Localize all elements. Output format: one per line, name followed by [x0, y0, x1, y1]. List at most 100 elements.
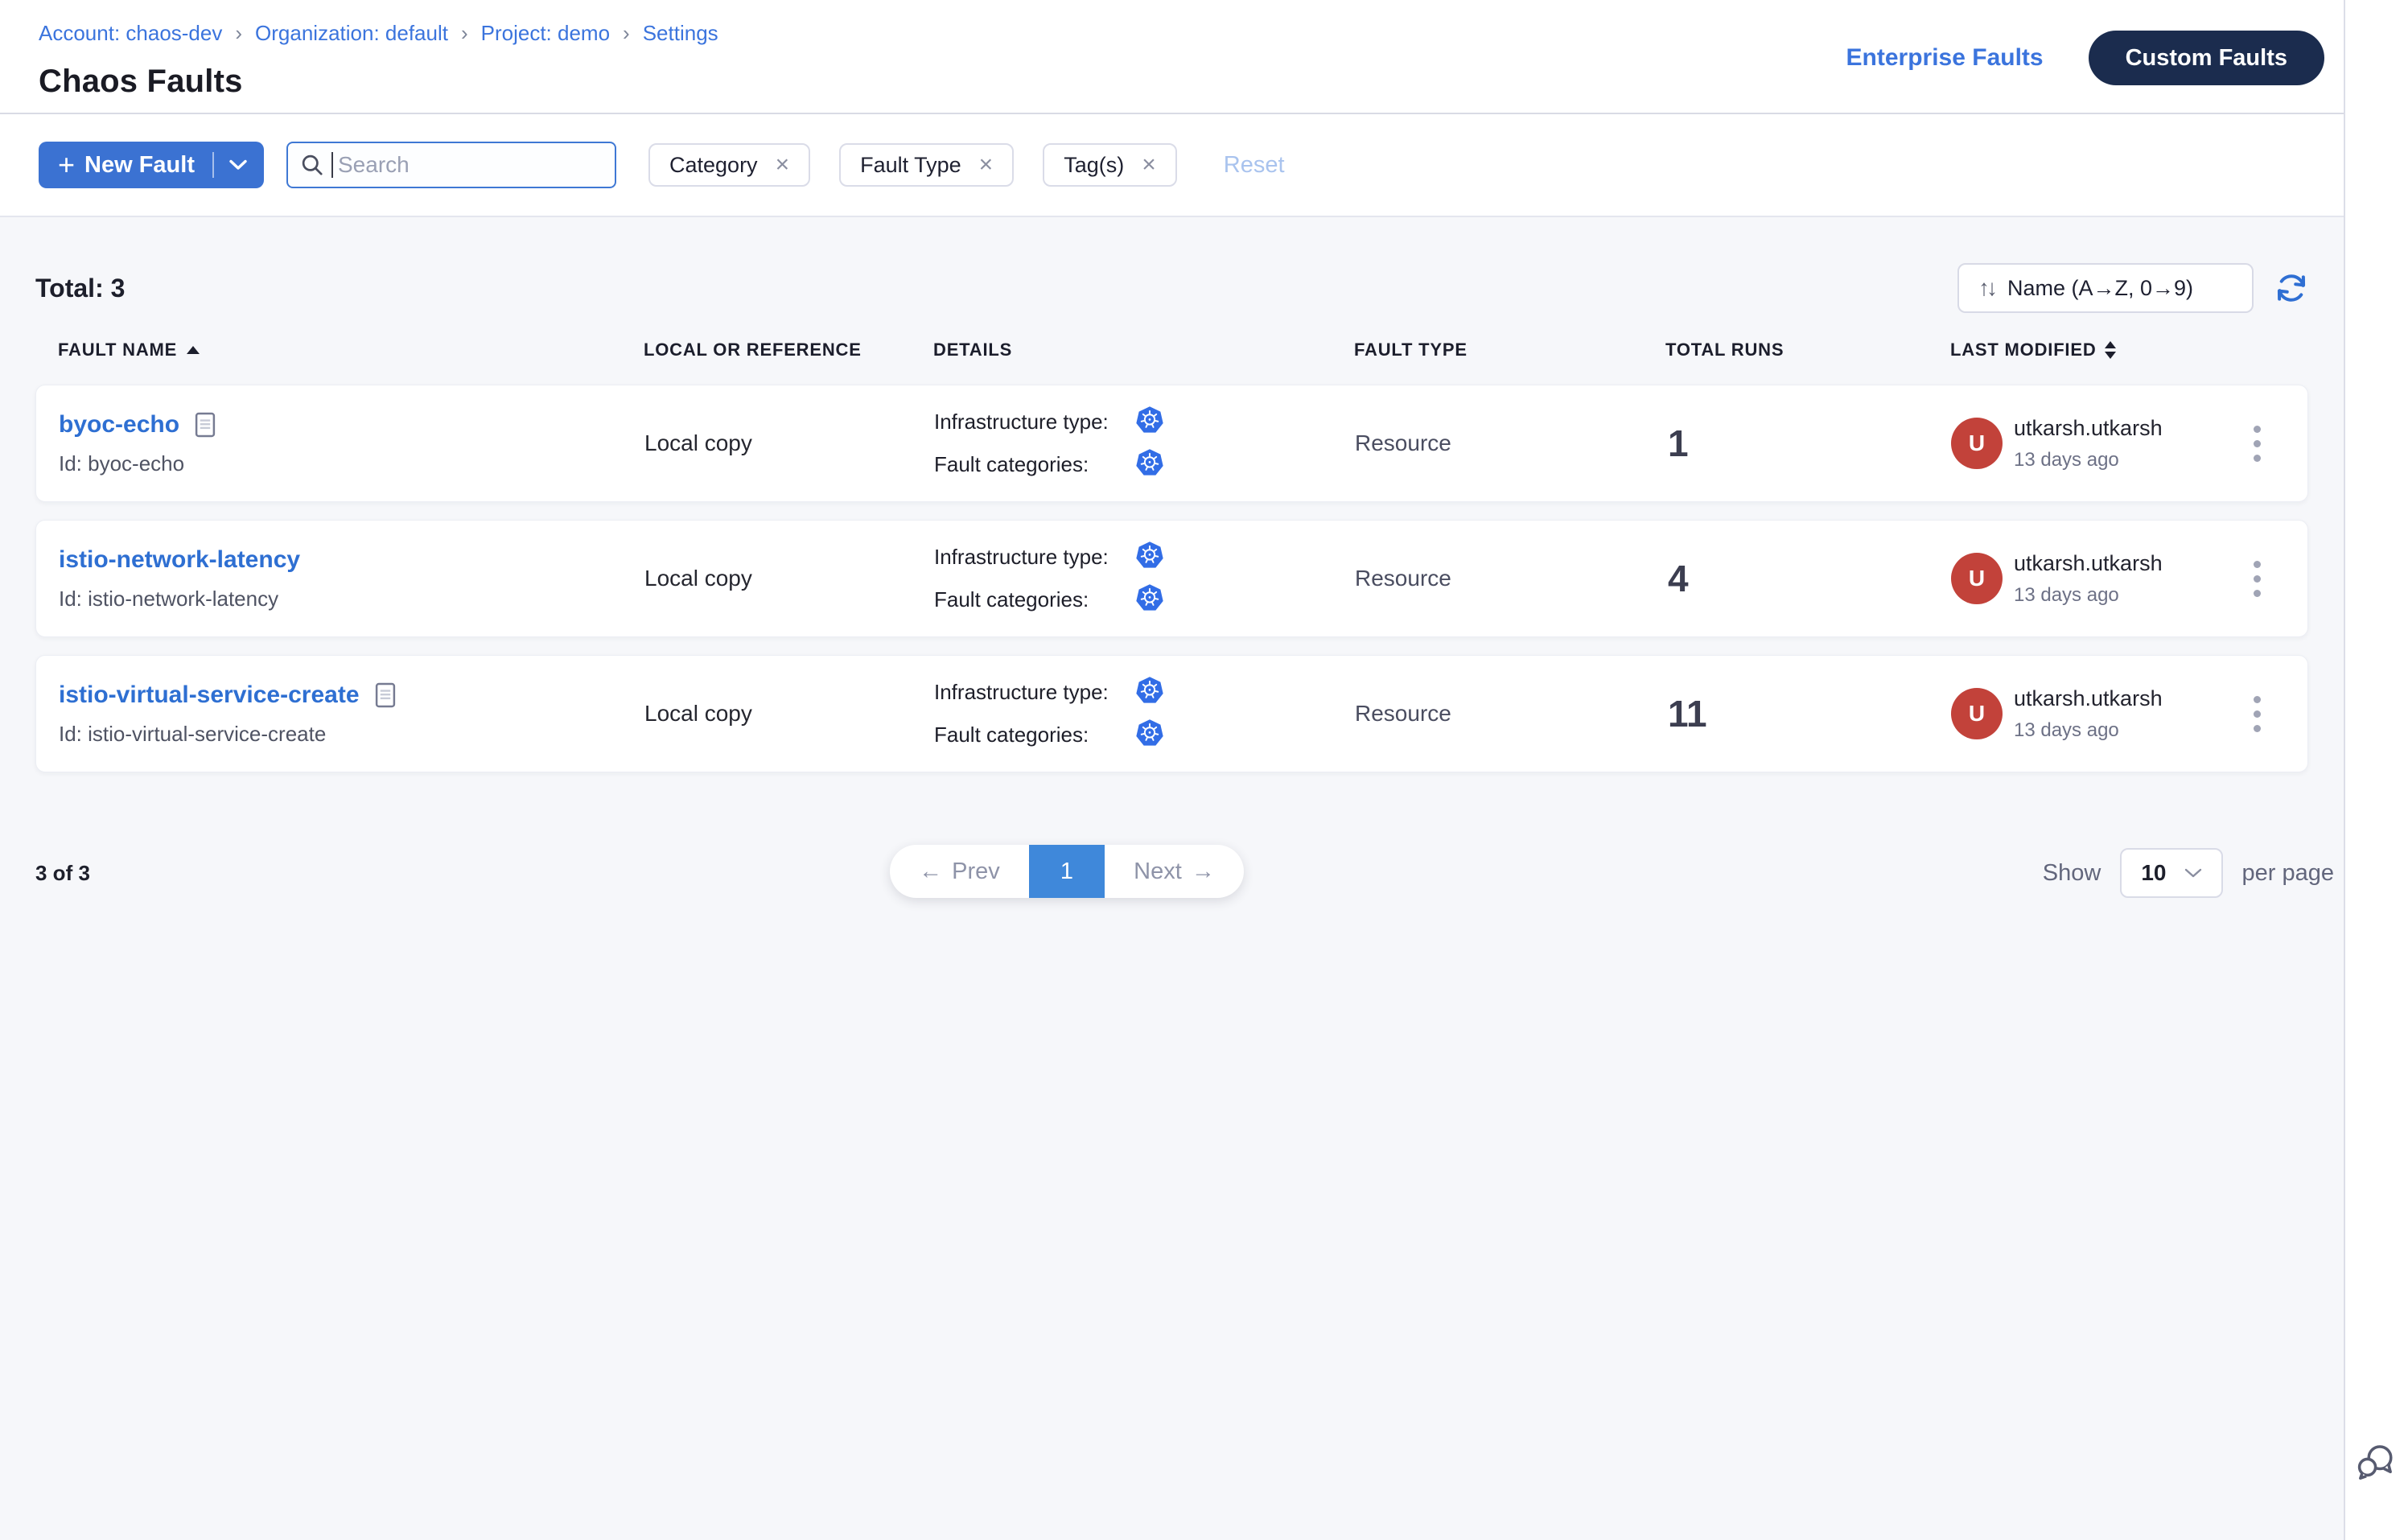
refresh-button[interactable]	[2274, 271, 2308, 305]
current-page-button[interactable]: 1	[1029, 845, 1105, 898]
row-menu-button[interactable]	[2221, 426, 2294, 462]
filter-chip-tags[interactable]: Tag(s) ×	[1043, 143, 1177, 187]
main-area: Account: chaos-dev › Organization: defau…	[0, 0, 2345, 1540]
sort-both-icon	[2105, 341, 2116, 359]
arrow-right-icon: →	[1192, 859, 1215, 885]
infrastructure-type-icon-slot	[1135, 676, 1167, 709]
close-icon[interactable]: ×	[1142, 153, 1156, 177]
chevron-down-icon	[2204, 283, 2233, 293]
infrastructure-type-label: Infrastructure type:	[934, 680, 1135, 705]
pagination-summary: 3 of 3	[35, 861, 90, 886]
fault-name-link[interactable]: istio-network-latency	[59, 546, 300, 574]
sort-arrows-icon: ↑↓	[1978, 275, 1994, 301]
details-cell: Infrastructure type: Fault categories:	[934, 541, 1355, 616]
fault-row: istio-network-latency Id: istio-network-…	[35, 520, 2308, 637]
modified-by: utkarsh.utkarsh	[2014, 416, 2163, 441]
modified-at: 13 days ago	[2014, 719, 2163, 742]
search-box	[286, 142, 616, 188]
fault-categories-icon-slot	[1135, 719, 1167, 751]
breadcrumb-organization[interactable]: Organization: default	[255, 21, 448, 46]
fault-row: byoc-echo Id: byoc-echo Local copy Infra…	[35, 385, 2308, 502]
search-input[interactable]	[286, 142, 616, 188]
document-icon	[374, 681, 397, 709]
chevron-down-icon	[2184, 868, 2202, 878]
modified-by: utkarsh.utkarsh	[2014, 686, 2163, 711]
page-header: Account: chaos-dev › Organization: defau…	[0, 0, 2344, 114]
fault-id: Id: istio-network-latency	[59, 587, 644, 611]
breadcrumb-settings[interactable]: Settings	[643, 21, 718, 46]
local-or-reference-value: Local copy	[644, 430, 934, 456]
column-fault-name[interactable]: FAULT NAME	[58, 340, 644, 360]
pager: ← Prev 1 Next →	[890, 845, 1244, 898]
fault-name-cell: byoc-echo Id: byoc-echo	[59, 411, 644, 476]
kubernetes-icon	[1135, 406, 1164, 434]
fault-rows: byoc-echo Id: byoc-echo Local copy Infra…	[35, 385, 2308, 772]
content-area: Total: 3 ↑↓ Name (A→Z, 0→9)	[0, 217, 2344, 1540]
fault-categories-icon-slot	[1135, 448, 1167, 481]
infrastructure-type-label: Infrastructure type:	[934, 545, 1135, 570]
modified-at: 13 days ago	[2014, 449, 2163, 471]
details-cell: Infrastructure type: Fault categories:	[934, 676, 1355, 751]
fault-type-value: Resource	[1355, 430, 1666, 456]
table-header: FAULT NAME LOCAL OR REFERENCE DETAILS FA…	[35, 340, 2308, 360]
fault-categories-icon-slot	[1135, 583, 1167, 616]
total-runs-value: 11	[1666, 692, 1951, 735]
last-modified-cell: U utkarsh.utkarsh 13 days ago	[1951, 551, 2221, 607]
breadcrumb-project[interactable]: Project: demo	[481, 21, 610, 46]
breadcrumb-separator: ›	[461, 21, 468, 46]
breadcrumb-separator: ›	[235, 21, 242, 46]
fault-type-value: Resource	[1355, 566, 1666, 591]
total-count: Total: 3	[35, 274, 125, 303]
list-head: Total: 3 ↑↓ Name (A→Z, 0→9)	[35, 262, 2308, 314]
text-caret	[331, 152, 333, 178]
fault-name-link[interactable]: istio-virtual-service-create	[59, 681, 360, 709]
right-gutter	[2345, 0, 2404, 1540]
page-size-select[interactable]: 10	[2120, 848, 2222, 898]
app-root: Account: chaos-dev › Organization: defau…	[0, 0, 2404, 1540]
tab-custom-faults[interactable]: Custom Faults	[2089, 31, 2324, 85]
avatar: U	[1951, 688, 2003, 739]
column-details: DETAILS	[933, 340, 1354, 360]
kubernetes-icon	[1135, 676, 1164, 705]
fault-name-link[interactable]: byoc-echo	[59, 411, 179, 439]
fault-id: Id: byoc-echo	[59, 451, 644, 476]
close-icon[interactable]: ×	[979, 153, 994, 177]
column-last-modified[interactable]: LAST MODIFIED	[1950, 340, 2221, 360]
infrastructure-type-icon-slot	[1135, 541, 1167, 574]
chat-bubbles-icon	[2355, 1443, 2397, 1483]
tab-enterprise-faults[interactable]: Enterprise Faults	[1846, 44, 2044, 72]
next-page-button[interactable]: Next →	[1105, 845, 1244, 898]
kubernetes-icon	[1135, 583, 1164, 612]
pagination-row: 3 of 3 ← Prev 1 Next → Show 10	[35, 845, 2308, 901]
per-page-label: per page	[2242, 860, 2335, 887]
page-size-control: Show 10 per page	[2043, 848, 2334, 898]
filter-chip-fault-type[interactable]: Fault Type ×	[839, 143, 1014, 187]
fault-library-tabs: Enterprise Faults Custom Faults	[1846, 31, 2324, 85]
reset-filters-button[interactable]: Reset	[1224, 152, 1285, 179]
column-fault-type: FAULT TYPE	[1354, 340, 1665, 360]
prev-page-button[interactable]: ← Prev	[890, 845, 1029, 898]
fault-categories-label: Fault categories:	[934, 452, 1135, 477]
details-cell: Infrastructure type: Fault categories:	[934, 406, 1355, 481]
fault-id: Id: istio-virtual-service-create	[59, 722, 644, 747]
column-total-runs: TOTAL RUNS	[1665, 340, 1950, 360]
refresh-icon	[2274, 271, 2308, 305]
fault-categories-label: Fault categories:	[934, 723, 1135, 747]
toolbar: + New Fault Category ×	[0, 114, 2344, 217]
fault-name-cell: istio-virtual-service-create Id: istio-v…	[59, 681, 644, 747]
last-modified-cell: U utkarsh.utkarsh 13 days ago	[1951, 416, 2221, 471]
filter-chip-category[interactable]: Category ×	[648, 143, 810, 187]
row-menu-button[interactable]	[2221, 696, 2294, 732]
help-chat-button[interactable]	[2355, 1443, 2397, 1487]
fault-name-cell: istio-network-latency Id: istio-network-…	[59, 546, 644, 611]
breadcrumb-account[interactable]: Account: chaos-dev	[39, 21, 222, 46]
modified-at: 13 days ago	[2014, 584, 2163, 607]
row-menu-button[interactable]	[2221, 561, 2294, 597]
sort-value: Name (A→Z, 0→9)	[2007, 276, 2193, 301]
infrastructure-type-label: Infrastructure type:	[934, 410, 1135, 434]
close-icon[interactable]: ×	[776, 153, 790, 177]
new-fault-button[interactable]: + New Fault	[39, 142, 264, 188]
chevron-down-icon[interactable]	[228, 159, 248, 171]
infrastructure-type-icon-slot	[1135, 406, 1167, 439]
sort-select[interactable]: ↑↓ Name (A→Z, 0→9)	[1957, 263, 2254, 313]
